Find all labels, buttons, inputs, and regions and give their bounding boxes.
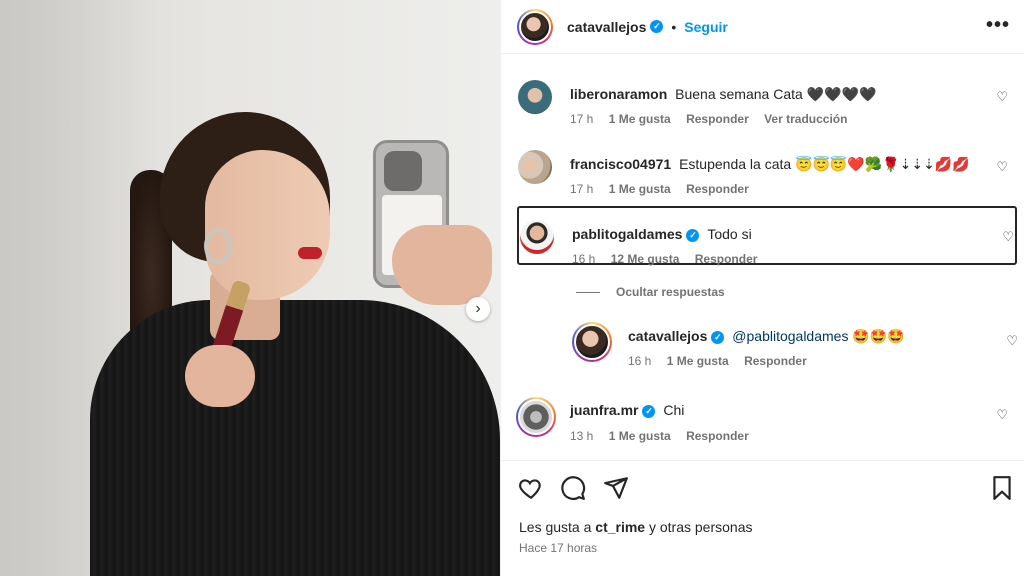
avatar[interactable] [518, 150, 552, 184]
comment-item: liberonaramon Buena semana Cata 🖤🖤🖤🖤 17 … [518, 80, 1008, 126]
post-header: catavallejos ✓ • Seguir ••• [501, 0, 1024, 54]
comment-mention[interactable]: @pablitogaldames [732, 328, 848, 344]
verified-icon: ✓ [642, 405, 656, 418]
comment-time[interactable]: 17 h [570, 112, 593, 126]
verified-icon: ✓ [650, 20, 664, 33]
heart-icon[interactable]: ♡ [996, 407, 1008, 423]
comment-text: francisco04971 Estupenda la cata 😇😇😇❤️🥦🌹… [570, 156, 970, 173]
likes-prefix: Les gusta a [519, 519, 592, 535]
comment-likes[interactable]: 1 Me gusta [609, 112, 671, 126]
avatar-image [518, 399, 554, 435]
comment-time[interactable]: 17 h [570, 182, 593, 196]
comment-username[interactable]: juanfra.mr [570, 402, 638, 418]
comment-text: juanfra.mr ✓ Chi [570, 402, 684, 418]
photo-face [205, 150, 330, 300]
comment-time[interactable]: 13 h [570, 429, 593, 443]
reply-button[interactable]: Responder [686, 182, 749, 196]
comment-likes[interactable]: 12 Me gusta [611, 252, 680, 266]
reply-button[interactable]: Responder [744, 354, 807, 368]
comment-meta: 17 h 1 Me gusta Responder [570, 182, 761, 196]
verified-icon: ✓ [711, 331, 725, 344]
comment-body: Todo si [707, 226, 752, 242]
avatar[interactable] [518, 80, 552, 114]
comment-meta: 16 h 12 Me gusta Responder [572, 252, 769, 266]
comment-body: Buena semana Cata 🖤🖤🖤🖤 [675, 86, 877, 102]
comment-text: pablitogaldames ✓ Todo si [572, 226, 752, 242]
heart-icon[interactable]: ♡ [996, 159, 1008, 175]
verified-icon: ✓ [686, 229, 700, 242]
comment-icon[interactable] [560, 475, 586, 501]
photo-phone-cameras [384, 151, 422, 191]
comment-likes[interactable]: 1 Me gusta [667, 354, 729, 368]
photo-sweater [90, 300, 500, 576]
hide-replies-button[interactable]: Ocultar respuestas [576, 285, 725, 299]
next-photo-button[interactable]: › [466, 297, 490, 321]
comment-item: francisco04971 Estupenda la cata 😇😇😇❤️🥦🌹… [518, 150, 1008, 196]
comment-username[interactable]: liberonaramon [570, 86, 667, 102]
comment-time[interactable]: 16 h [628, 354, 651, 368]
hide-replies-label: Ocultar respuestas [616, 285, 725, 299]
post-actions: Les gusta a ct_rime y otras personas Hac… [500, 460, 1024, 576]
comment-body: Estupenda la cata 😇😇😇❤️🥦🌹⇣⇣⇣💋💋 [679, 156, 970, 172]
comment-text: catavallejos ✓ @pablitogaldames 🤩🤩🤩 [628, 328, 905, 345]
header-separator: • [671, 18, 677, 35]
reply-button[interactable]: Responder [686, 112, 749, 126]
chevron-right-icon: › [475, 300, 481, 317]
comment-likes[interactable]: 1 Me gusta [609, 182, 671, 196]
bookmark-icon[interactable] [989, 475, 1015, 501]
comment-text: liberonaramon Buena semana Cata 🖤🖤🖤🖤 [570, 86, 876, 103]
comment-username[interactable]: catavallejos [628, 328, 707, 344]
comment-item: pablitogaldames ✓ Todo si 16 h 12 Me gust… [520, 220, 1014, 266]
reply-button[interactable]: Responder [686, 429, 749, 443]
heart-icon[interactable]: ♡ [1002, 229, 1014, 245]
avatar[interactable] [516, 397, 556, 437]
post-photo: › [0, 0, 500, 576]
comment-time[interactable]: 16 h [572, 252, 595, 266]
likes-user[interactable]: ct_rime [595, 519, 645, 535]
more-options-icon[interactable]: ••• [986, 14, 1010, 37]
heart-icon[interactable]: ♡ [1006, 333, 1018, 349]
likes-summary: Les gusta a ct_rime y otras personas [519, 519, 752, 535]
heart-icon[interactable] [518, 475, 544, 501]
comment-likes[interactable]: 1 Me gusta [609, 429, 671, 443]
reply-button[interactable]: Responder [695, 252, 758, 266]
comment-body: Chi [663, 402, 685, 418]
photo-earring [204, 228, 232, 264]
heart-icon[interactable]: ♡ [996, 89, 1008, 105]
author-avatar-image [519, 10, 551, 43]
comment-meta: 13 h 1 Me gusta Responder [570, 429, 761, 443]
translate-button[interactable]: Ver traducción [764, 112, 847, 126]
comment-username[interactable]: francisco04971 [570, 156, 671, 172]
post-time[interactable]: Hace 17 horas [519, 541, 597, 555]
author-username[interactable]: catavallejos [567, 19, 646, 35]
follow-button[interactable]: Seguir [684, 19, 728, 35]
comment-meta: 16 h 1 Me gusta Responder [628, 354, 819, 368]
likes-suffix[interactable]: y otras personas [649, 519, 753, 535]
avatar-image [574, 324, 610, 360]
author-avatar[interactable] [517, 8, 553, 45]
photo-right-hand [392, 225, 492, 305]
photo-left-hand [185, 345, 255, 407]
share-icon[interactable] [603, 475, 629, 501]
avatar[interactable] [520, 220, 554, 254]
comment-body: 🤩🤩🤩 [852, 328, 905, 344]
photo-lips [298, 247, 322, 259]
comment-username[interactable]: pablitogaldames [572, 226, 682, 242]
avatar[interactable] [572, 322, 612, 362]
comment-meta: 17 h 1 Me gusta Responder Ver traducción [570, 112, 859, 126]
hide-replies-divider [576, 291, 600, 293]
